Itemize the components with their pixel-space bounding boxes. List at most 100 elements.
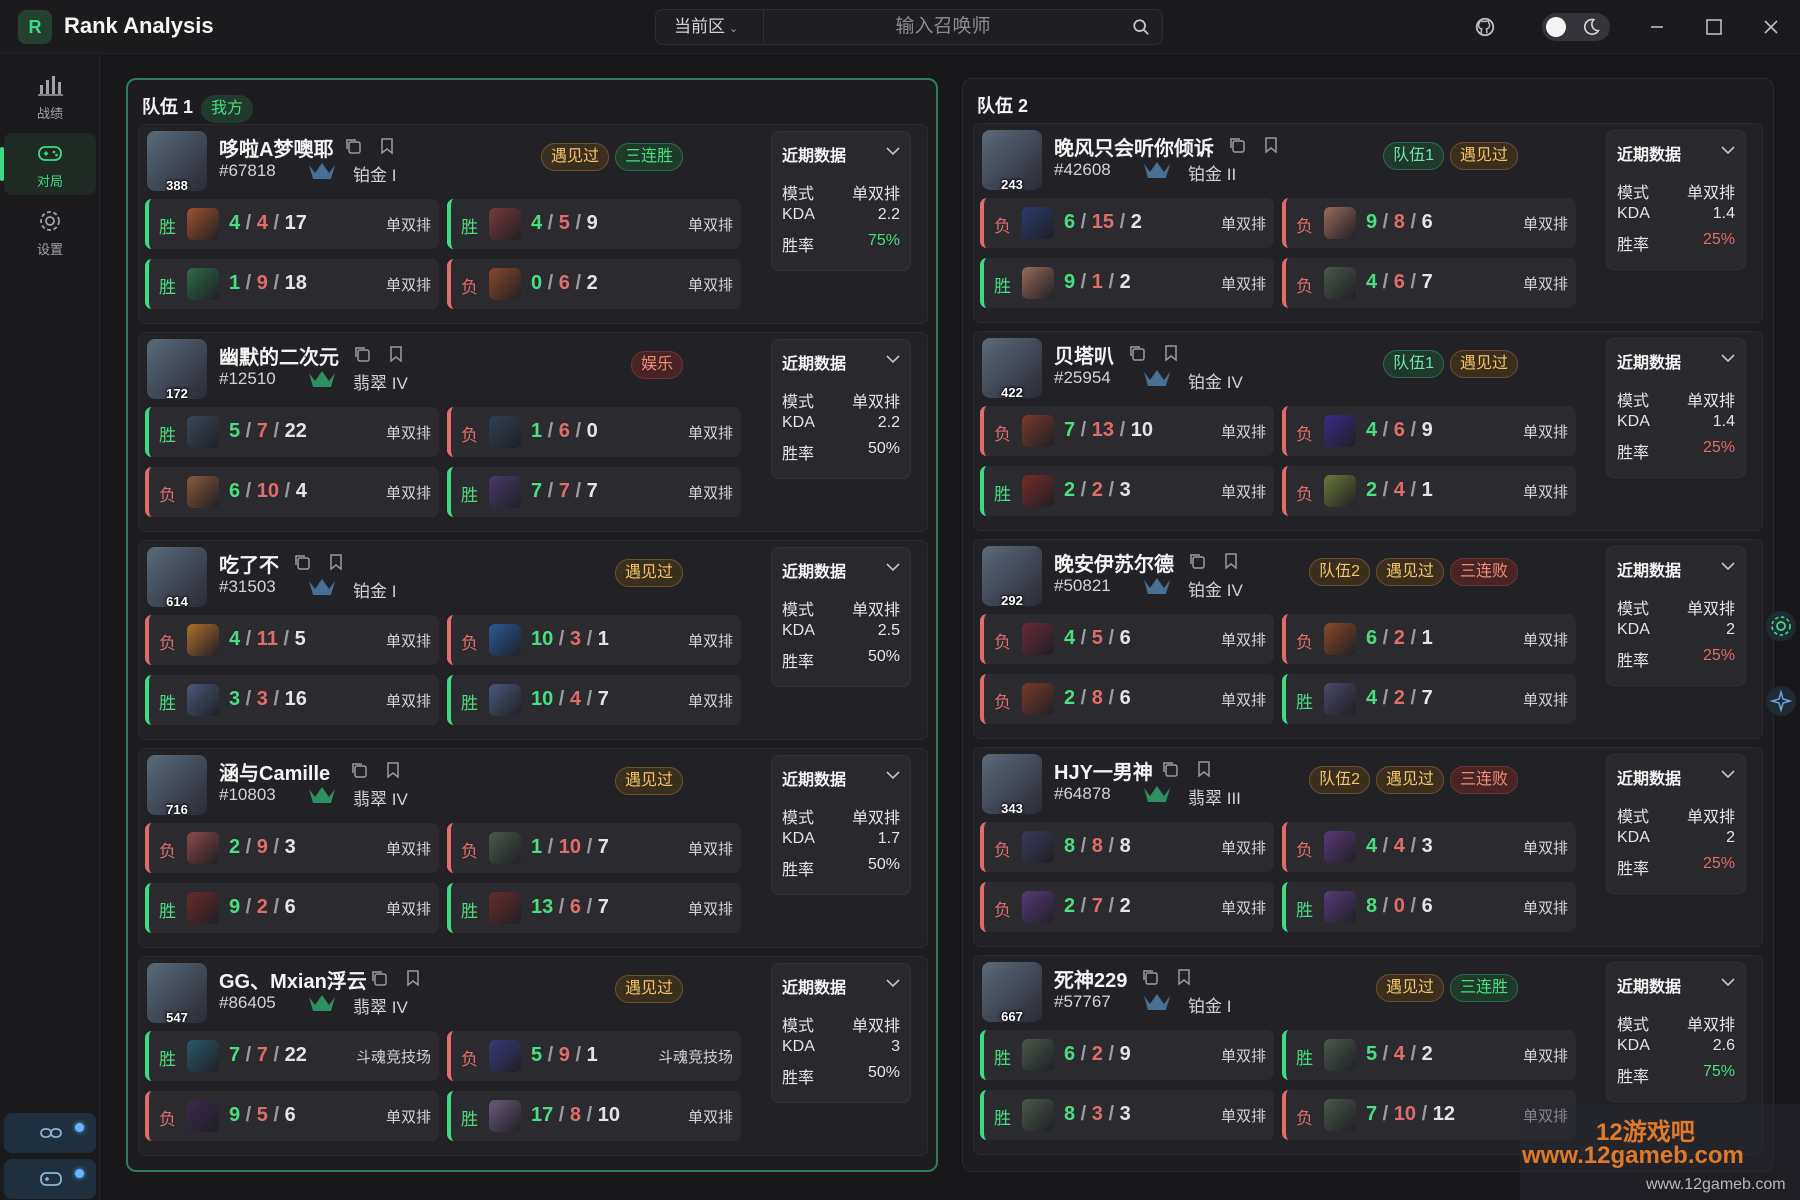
summoner-name[interactable]: 幽默的二次元: [219, 341, 339, 370]
match-record[interactable]: 胜 13 / 6 / 7 单双排: [447, 883, 741, 933]
match-record[interactable]: 胜 1 / 9 / 18 单双排: [145, 259, 439, 309]
copy-icon[interactable]: [344, 137, 362, 155]
floating-ai-button[interactable]: [1766, 686, 1796, 716]
match-record[interactable]: 胜 8 / 0 / 6 单双排: [1282, 882, 1576, 932]
bookmark-icon[interactable]: [1262, 136, 1280, 154]
copy-icon[interactable]: [350, 761, 368, 779]
bookmark-icon[interactable]: [1222, 552, 1240, 570]
match-record[interactable]: 负 0 / 6 / 2 单双排: [447, 259, 741, 309]
summoner-name[interactable]: 吃了不: [219, 549, 279, 578]
match-record[interactable]: 胜 7 / 7 / 7 单双排: [447, 467, 741, 517]
match-record[interactable]: 胜 5 / 7 / 22 单双排: [145, 407, 439, 457]
champion-avatar[interactable]: 388: [147, 131, 207, 191]
match-record[interactable]: 胜 9 / 1 / 2 单双排: [980, 258, 1274, 308]
copy-icon[interactable]: [1128, 344, 1146, 362]
copy-icon[interactable]: [370, 969, 388, 987]
match-record[interactable]: 负 10 / 3 / 1 单双排: [447, 615, 741, 665]
match-record[interactable]: 负 6 / 2 / 1 单双排: [1282, 614, 1576, 664]
chevron-down-icon[interactable]: [1721, 977, 1735, 987]
chevron-down-icon[interactable]: [1721, 353, 1735, 363]
github-icon[interactable]: [1474, 16, 1496, 38]
copy-icon[interactable]: [293, 553, 311, 571]
region-select[interactable]: 当前区 ⌄: [656, 10, 764, 44]
match-record[interactable]: 负 9 / 8 / 6 单双排: [1282, 198, 1576, 248]
match-record[interactable]: 负 6 / 10 / 4 单双排: [145, 467, 439, 517]
match-record[interactable]: 胜 6 / 2 / 9 单双排: [980, 1030, 1274, 1080]
copy-icon[interactable]: [353, 345, 371, 363]
summoner-name[interactable]: 晚风只会听你倾诉: [1054, 132, 1214, 161]
champion-avatar[interactable]: 172: [147, 339, 207, 399]
match-record[interactable]: 负 1 / 10 / 7 单双排: [447, 823, 741, 873]
link-status-button[interactable]: [4, 1113, 96, 1153]
bookmark-icon[interactable]: [378, 137, 396, 155]
summoner-name[interactable]: HJY一男神: [1054, 756, 1153, 785]
match-record[interactable]: 胜 5 / 4 / 2 单双排: [1282, 1030, 1576, 1080]
match-record[interactable]: 胜 10 / 4 / 7 单双排: [447, 675, 741, 725]
match-record[interactable]: 负 4 / 6 / 7 单双排: [1282, 258, 1576, 308]
summoner-search-input[interactable]: [768, 10, 1118, 44]
bookmark-icon[interactable]: [1162, 344, 1180, 362]
copy-icon[interactable]: [1161, 760, 1179, 778]
match-record[interactable]: 胜 9 / 2 / 6 单双排: [145, 883, 439, 933]
search-icon[interactable]: [1132, 18, 1150, 36]
match-record[interactable]: 负 4 / 11 / 5 单双排: [145, 615, 439, 665]
theme-toggle[interactable]: [1542, 13, 1610, 41]
copy-icon[interactable]: [1141, 968, 1159, 986]
match-record[interactable]: 胜 8 / 3 / 3 单双排: [980, 1090, 1274, 1140]
bookmark-icon[interactable]: [404, 969, 422, 987]
chevron-down-icon[interactable]: [886, 146, 900, 156]
summoner-name[interactable]: 晚安伊苏尔德: [1054, 548, 1174, 577]
sidebar-item-record[interactable]: 战绩: [4, 65, 96, 127]
champion-avatar[interactable]: 614: [147, 547, 207, 607]
match-record[interactable]: 胜 17 / 8 / 10 单双排: [447, 1091, 741, 1141]
minimize-icon[interactable]: [1644, 14, 1670, 40]
summoner-name[interactable]: 死神229: [1054, 964, 1127, 993]
match-record[interactable]: 负 7 / 13 / 10 单双排: [980, 406, 1274, 456]
champion-avatar[interactable]: 292: [982, 546, 1042, 606]
chevron-down-icon[interactable]: [1721, 769, 1735, 779]
summoner-name[interactable]: 贝塔叭: [1054, 340, 1114, 369]
match-record[interactable]: 负 4 / 4 / 3 单双排: [1282, 822, 1576, 872]
maximize-icon[interactable]: [1701, 14, 1727, 40]
champion-avatar[interactable]: 716: [147, 755, 207, 815]
summoner-name[interactable]: 涵与Camille: [219, 757, 330, 786]
match-record[interactable]: 负 8 / 8 / 8 单双排: [980, 822, 1274, 872]
close-icon[interactable]: [1758, 14, 1784, 40]
chevron-down-icon[interactable]: [1721, 145, 1735, 155]
bookmark-icon[interactable]: [384, 761, 402, 779]
match-record[interactable]: 负 1 / 6 / 0 单双排: [447, 407, 741, 457]
copy-icon[interactable]: [1228, 136, 1246, 154]
chevron-down-icon[interactable]: [886, 354, 900, 364]
bookmark-icon[interactable]: [327, 553, 345, 571]
match-record[interactable]: 胜 4 / 2 / 7 单双排: [1282, 674, 1576, 724]
match-record[interactable]: 负 2 / 9 / 3 单双排: [145, 823, 439, 873]
sidebar-item-settings[interactable]: 设置: [4, 201, 96, 263]
match-record[interactable]: 胜 3 / 3 / 16 单双排: [145, 675, 439, 725]
bookmark-icon[interactable]: [1195, 760, 1213, 778]
chevron-down-icon[interactable]: [886, 770, 900, 780]
champion-avatar[interactable]: 243: [982, 130, 1042, 190]
summoner-name[interactable]: 哆啦A梦噢耶: [219, 133, 333, 162]
copy-icon[interactable]: [1188, 552, 1206, 570]
sidebar-item-match[interactable]: 对局: [0, 133, 96, 195]
match-record[interactable]: 胜 7 / 7 / 22 斗魂竞技场: [145, 1031, 439, 1081]
match-record[interactable]: 负 2 / 8 / 6 单双排: [980, 674, 1274, 724]
champion-avatar[interactable]: 343: [982, 754, 1042, 814]
floating-settings-button[interactable]: [1766, 611, 1796, 641]
match-record[interactable]: 负 2 / 7 / 2 单双排: [980, 882, 1274, 932]
match-record[interactable]: 胜 4 / 5 / 9 单双排: [447, 199, 741, 249]
game-status-button[interactable]: [4, 1159, 96, 1199]
match-record[interactable]: 负 5 / 9 / 1 斗魂竞技场: [447, 1031, 741, 1081]
match-record[interactable]: 负 2 / 4 / 1 单双排: [1282, 466, 1576, 516]
champion-avatar[interactable]: 547: [147, 963, 207, 1023]
chevron-down-icon[interactable]: [1721, 561, 1735, 571]
bookmark-icon[interactable]: [1175, 968, 1193, 986]
summoner-name[interactable]: GG、Mxian浮云: [219, 965, 367, 994]
match-record[interactable]: 负 4 / 5 / 6 单双排: [980, 614, 1274, 664]
match-record[interactable]: 负 9 / 5 / 6 单双排: [145, 1091, 439, 1141]
match-record[interactable]: 负 4 / 6 / 9 单双排: [1282, 406, 1576, 456]
champion-avatar[interactable]: 667: [982, 962, 1042, 1022]
match-record[interactable]: 胜 4 / 4 / 17 单双排: [145, 199, 439, 249]
match-record[interactable]: 胜 2 / 2 / 3 单双排: [980, 466, 1274, 516]
chevron-down-icon[interactable]: [886, 562, 900, 572]
